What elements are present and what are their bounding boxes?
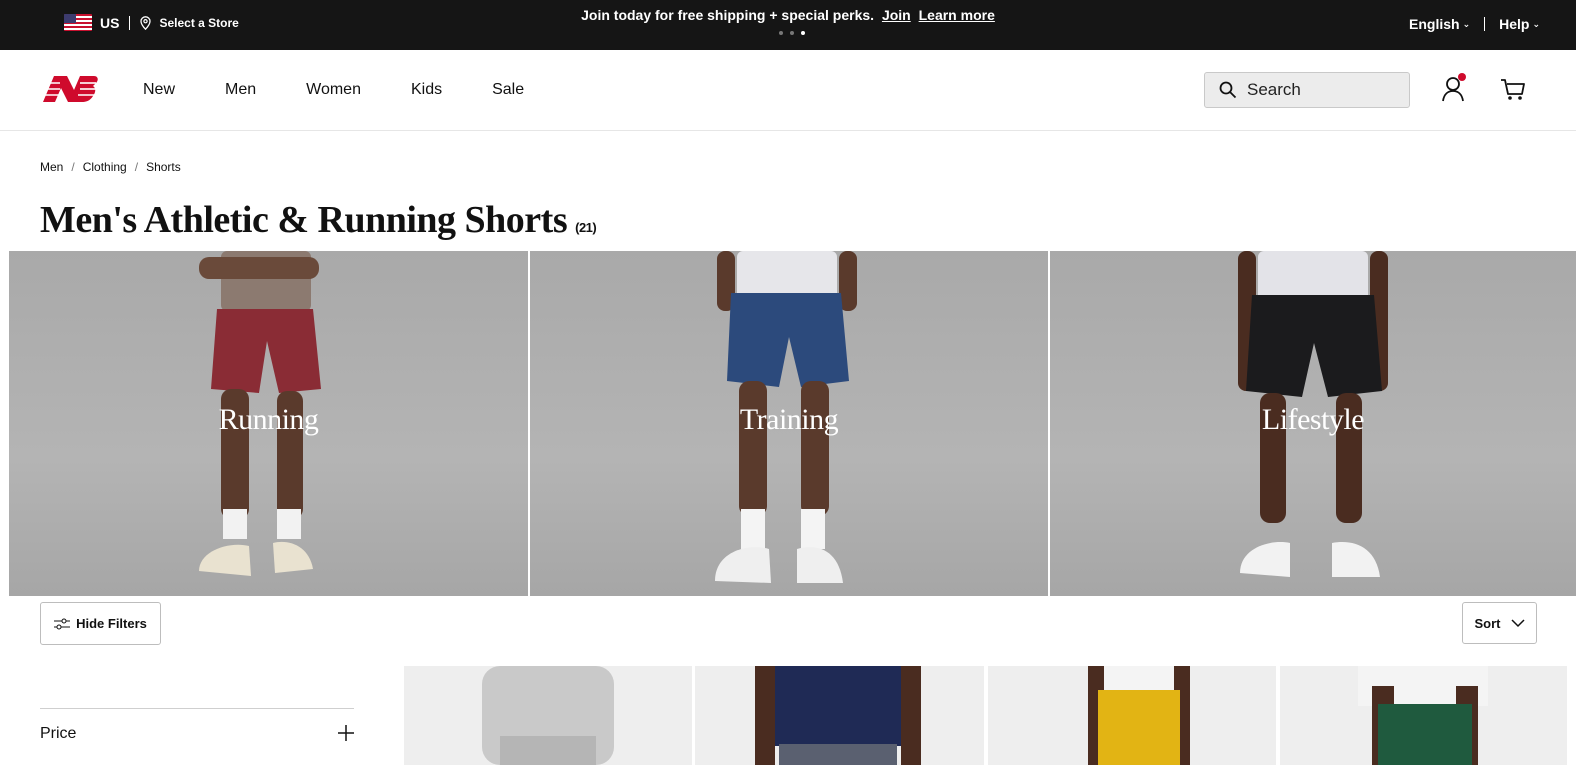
help-label: Help (1499, 16, 1530, 32)
category-label: Running (218, 403, 319, 436)
hide-filters-label: Hide Filters (76, 616, 147, 631)
promo-message: Join today for free shipping + special p… (0, 7, 1576, 23)
page-title: Men's Athletic & Running Shorts (21) (40, 198, 597, 242)
language-label: English (1409, 16, 1460, 32)
primary-nav: New Men Women Kids Sale (143, 81, 574, 99)
sort-dropdown[interactable]: Sort (1462, 602, 1537, 644)
search-icon (1219, 81, 1237, 99)
filter-price-label[interactable]: Price (40, 725, 76, 743)
breadcrumb-shorts[interactable]: Shorts (146, 160, 181, 174)
plus-icon[interactable] (337, 724, 355, 742)
promo-text: Join today for free shipping + special p… (581, 7, 875, 23)
category-label: Lifestyle (1261, 403, 1365, 436)
product-card[interactable] (988, 666, 1276, 765)
chevron-down-icon (1510, 618, 1525, 627)
category-tile-lifestyle[interactable]: Lifestyle (1050, 251, 1576, 596)
category-label: Training (739, 403, 839, 436)
category-tile-running[interactable]: Running (9, 251, 528, 596)
product-image (1088, 666, 1190, 765)
product-card[interactable] (1280, 666, 1567, 765)
nav-sale[interactable]: Sale (492, 81, 524, 99)
search-placeholder: Search (1247, 80, 1301, 99)
nav-kids[interactable]: Kids (411, 81, 442, 99)
product-image (755, 666, 921, 765)
chevron-down-icon: ⌄ (1462, 19, 1471, 29)
cart-icon[interactable] (1500, 76, 1526, 102)
breadcrumb: Men / Clothing / Shorts (40, 160, 181, 174)
breadcrumb-men[interactable]: Men (40, 160, 63, 174)
promo-carousel-dots (779, 31, 805, 35)
main-header: New Men Women Kids Sale Search (0, 50, 1576, 131)
category-tiles: Running Training Lifestyle (9, 251, 1576, 596)
nav-women[interactable]: Women (306, 81, 361, 99)
join-link[interactable]: Join (882, 7, 911, 23)
notification-dot (1458, 73, 1466, 81)
breadcrumb-separator: / (71, 160, 75, 174)
carousel-dot[interactable] (790, 31, 794, 35)
help-menu[interactable]: Help ⌄ (1499, 16, 1540, 32)
nav-men[interactable]: Men (225, 81, 256, 99)
filter-divider (40, 708, 354, 709)
product-image (1358, 666, 1488, 765)
product-card[interactable] (404, 666, 692, 765)
hide-filters-button[interactable]: Hide Filters (40, 602, 161, 645)
breadcrumb-separator: / (134, 160, 139, 174)
product-card[interactable] (695, 666, 984, 765)
nav-new[interactable]: New (143, 81, 175, 99)
breadcrumb-clothing[interactable]: Clothing (83, 160, 127, 174)
carousel-dot-active[interactable] (801, 31, 805, 35)
result-count: (21) (575, 220, 597, 235)
product-image (482, 666, 614, 765)
page-title-text: Men's Athletic & Running Shorts (40, 199, 568, 241)
sliders-icon (54, 618, 71, 629)
account-button[interactable] (1440, 73, 1470, 104)
carousel-dot[interactable] (779, 31, 783, 35)
language-selector[interactable]: English ⌄ (1409, 16, 1470, 32)
promo-bar: US Select a Store Join today for free sh… (0, 0, 1576, 50)
utility-links: English ⌄ Help ⌄ (1409, 16, 1540, 32)
new-balance-logo[interactable] (40, 74, 98, 104)
category-tile-training[interactable]: Training (530, 251, 1048, 596)
divider (1484, 17, 1486, 31)
learn-more-link[interactable]: Learn more (919, 7, 995, 23)
search-input[interactable]: Search (1204, 72, 1410, 108)
sort-label: Sort (1474, 615, 1501, 631)
chevron-down-icon: ⌄ (1532, 19, 1540, 29)
